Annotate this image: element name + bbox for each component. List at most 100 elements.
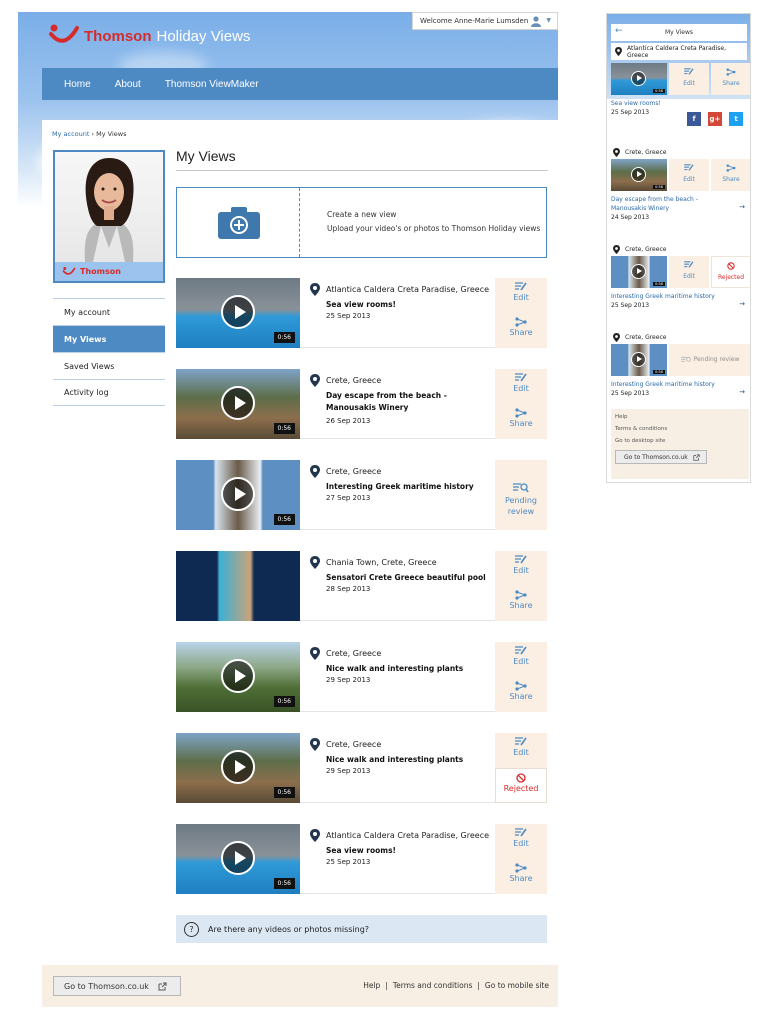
mobile-footer-desktop[interactable]: Go to desktop site (615, 438, 745, 444)
edit-button[interactable]: Edit (669, 159, 709, 191)
sidebar-item-saved-views[interactable]: Saved Views (53, 352, 165, 379)
edit-button[interactable]: Edit (495, 642, 547, 677)
question-icon: ? (184, 921, 199, 937)
back-arrow-icon[interactable]: ← (615, 27, 623, 36)
arrow-right-icon[interactable]: → (739, 203, 745, 211)
sidebar-item-my-views[interactable]: My Views (53, 325, 165, 352)
view-location: Crete, Greece (326, 376, 382, 385)
play-button[interactable] (631, 167, 646, 182)
mobile-view-title[interactable]: Interesting Greek maritime history (611, 292, 726, 301)
upload-dropzone[interactable] (177, 188, 300, 257)
logo-product: Holiday Views (156, 28, 251, 45)
share-button[interactable]: Share (495, 313, 547, 348)
view-location: Crete, Greece (326, 740, 382, 749)
view-thumbnail[interactable]: 0:56 (176, 733, 300, 803)
view-thumbnail[interactable]: 0:56 (176, 824, 300, 894)
mobile-footer-terms[interactable]: Terms & conditions (615, 426, 745, 432)
footer: Go to Thomson.co.uk Help | Terms and condi… (42, 965, 558, 1007)
share-button[interactable]: Share (711, 159, 750, 191)
mobile-view-title[interactable]: Interesting Greek maritime history (611, 380, 726, 389)
edit-button[interactable]: Edit (495, 551, 547, 586)
share-button[interactable]: Share (495, 586, 547, 621)
footer-link-mobile[interactable]: Go to mobile site (485, 981, 549, 990)
nav-about[interactable]: About (115, 79, 141, 90)
view-location: Crete, Greece (326, 467, 382, 476)
view-title[interactable]: Nice walk and interesting plants (326, 663, 491, 675)
play-button[interactable] (631, 264, 646, 279)
share-button[interactable]: Share (711, 63, 750, 95)
google-plus-share-button[interactable]: g+ (708, 112, 722, 126)
view-row: 0:56 Atlantica Caldera Creta Paradise, G… (176, 824, 547, 894)
mobile-view-thumbnail[interactable]: 0:56 (611, 344, 667, 376)
mobile-footer-help[interactable]: Help (615, 414, 745, 420)
mobile-view-thumbnail[interactable]: 0:56 (611, 159, 667, 191)
view-actions: Edit Share (495, 551, 547, 621)
chevron-down-icon: ▼ (546, 17, 551, 24)
view-title[interactable]: Nice walk and interesting plants (326, 754, 491, 766)
view-title[interactable]: Day escape from the beach - Manousakis W… (326, 390, 491, 414)
sidebar-item-my-account[interactable]: My account (53, 298, 165, 325)
twitter-share-button[interactable]: t (729, 112, 743, 126)
play-button[interactable] (221, 659, 255, 693)
edit-icon (515, 828, 527, 837)
view-thumbnail[interactable]: 0:56 (176, 278, 300, 348)
location-pin-icon (310, 374, 320, 387)
edit-icon (515, 737, 527, 746)
sidebar-item-activity-log[interactable]: Activity log (53, 379, 165, 406)
play-button[interactable] (631, 352, 646, 367)
missing-content-text: Are there any videos or photos missing? (208, 924, 370, 934)
footer-link-help[interactable]: Help (363, 981, 380, 990)
view-actions: Edit Share (495, 824, 547, 894)
view-thumbnail[interactable]: 0:56 (176, 460, 300, 530)
play-button[interactable] (221, 386, 255, 420)
edit-button[interactable]: Edit (495, 278, 547, 313)
nav-viewmaker[interactable]: Thomson ViewMaker (165, 79, 259, 90)
arrow-right-icon[interactable]: → (739, 388, 745, 396)
nav-home[interactable]: Home (64, 79, 91, 90)
play-button[interactable] (221, 295, 255, 329)
create-view-panel[interactable]: Create a new view Upload your video's or… (176, 187, 547, 258)
mobile-view-thumbnail[interactable]: 0:56 (611, 63, 667, 95)
share-icon (515, 590, 527, 600)
arrow-right-icon[interactable]: → (739, 300, 745, 308)
play-button[interactable] (631, 71, 646, 86)
edit-button[interactable]: Edit (669, 256, 709, 288)
mobile-view-title[interactable]: Day escape from the beach - Manousakis W… (611, 195, 726, 213)
view-thumbnail[interactable] (176, 551, 300, 621)
view-title[interactable]: Interesting Greek maritime history (326, 481, 491, 493)
view-title[interactable]: Sea view rooms! (326, 845, 491, 857)
share-button[interactable]: Share (495, 677, 547, 712)
share-button[interactable]: Share (495, 859, 547, 894)
location-pin-icon (613, 333, 620, 342)
share-button[interactable]: Share (495, 404, 547, 439)
edit-button[interactable]: Edit (495, 369, 547, 404)
view-thumbnail[interactable]: 0:56 (176, 369, 300, 439)
missing-content-help[interactable]: ? Are there any videos or photos missing… (176, 915, 547, 943)
location-pin-icon (310, 647, 320, 660)
view-thumbnail[interactable]: 0:56 (176, 642, 300, 712)
play-button[interactable] (221, 750, 255, 784)
mobile-go-to-thomson-button[interactable]: Go to Thomson.co.uk (615, 450, 707, 464)
main-nav: Home About Thomson ViewMaker (42, 68, 558, 100)
breadcrumb-my-account[interactable]: My account (52, 130, 89, 138)
view-title[interactable]: Sensatori Crete Greece beautiful pool (326, 572, 491, 584)
facebook-share-button[interactable]: f (687, 112, 701, 126)
mobile-view-title[interactable]: Sea view rooms! (611, 99, 726, 108)
location-pin-icon (613, 148, 620, 157)
mobile-footer: Help Terms & conditions Go to desktop si… (611, 409, 749, 479)
video-duration: 0:56 (273, 696, 295, 707)
rejected-status: Rejected (495, 768, 547, 803)
play-button[interactable] (221, 477, 255, 511)
mobile-view-thumbnail[interactable]: 0:56 (611, 256, 667, 288)
go-to-thomson-button[interactable]: Go to Thomson.co.uk (53, 976, 181, 996)
thomson-logo[interactable]: Thomson Holiday Views (48, 22, 250, 48)
edit-icon (684, 164, 694, 171)
user-menu[interactable]: Welcome Anne-Marie Lumsden ▼ (412, 12, 558, 30)
edit-button[interactable]: Edit (495, 824, 547, 859)
footer-link-terms[interactable]: Terms and conditions (393, 981, 473, 990)
play-button[interactable] (221, 841, 255, 875)
location-pin-icon (310, 283, 320, 296)
edit-button[interactable]: Edit (669, 63, 709, 95)
edit-button[interactable]: Edit (495, 733, 547, 768)
view-title[interactable]: Sea view rooms! (326, 299, 491, 311)
